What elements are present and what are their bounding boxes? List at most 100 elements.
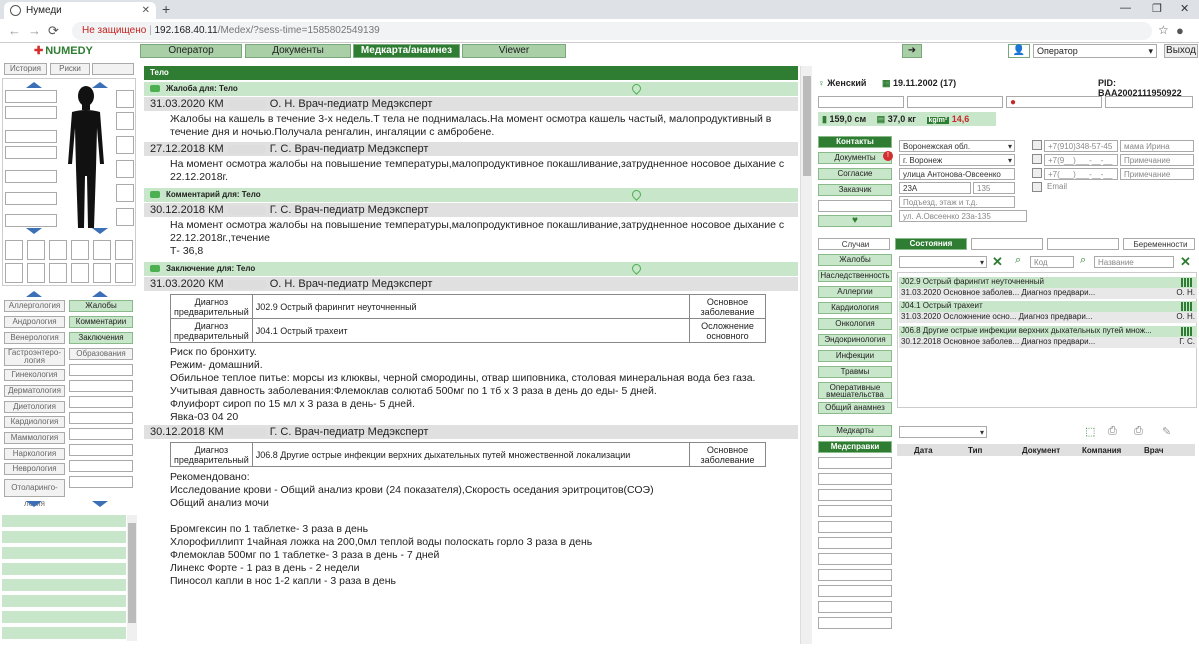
- formations-button[interactable]: Образования: [69, 348, 133, 360]
- body-field[interactable]: [115, 263, 133, 283]
- blank-field[interactable]: [818, 569, 892, 581]
- category-gynecology[interactable]: Гинекология: [4, 369, 65, 381]
- pin-icon[interactable]: [630, 262, 643, 275]
- comments-button[interactable]: Комментарии: [69, 316, 133, 328]
- body-field[interactable]: [5, 240, 23, 260]
- body-field[interactable]: [5, 106, 57, 119]
- forward-icon[interactable]: →: [28, 23, 41, 38]
- clear-icon[interactable]: ✕: [992, 254, 1003, 270]
- info-field[interactable]: [818, 96, 904, 108]
- doc-type-select[interactable]: ▾: [899, 426, 987, 438]
- main-scrollbar[interactable]: [800, 66, 812, 644]
- body-field[interactable]: [5, 214, 57, 227]
- forward-arrow-button[interactable]: ➜: [902, 44, 922, 58]
- minimize-button[interactable]: —: [1120, 2, 1131, 14]
- body-field[interactable]: [5, 90, 57, 103]
- tab-viewer[interactable]: Viewer: [462, 44, 566, 58]
- scroll-up-icon[interactable]: [26, 82, 42, 88]
- category-narcology[interactable]: Наркология: [4, 448, 65, 460]
- hist-infections[interactable]: Инфекции: [818, 350, 892, 362]
- category-andrology[interactable]: Андрология: [4, 316, 65, 328]
- blank-field[interactable]: [818, 457, 892, 469]
- search-icon[interactable]: ⌕: [1080, 254, 1086, 267]
- blank-field[interactable]: [818, 617, 892, 629]
- blank-slot[interactable]: [69, 396, 133, 408]
- name-field[interactable]: Название: [1094, 256, 1174, 268]
- hist-allergies[interactable]: Аллергии: [818, 286, 892, 298]
- search-icon[interactable]: ⌕: [1015, 254, 1021, 267]
- blank-slot[interactable]: [69, 444, 133, 456]
- hist-cardiology[interactable]: Кардиология: [818, 302, 892, 314]
- operator-select[interactable]: Оператор ▾: [1033, 44, 1157, 58]
- pin-icon[interactable]: [630, 82, 643, 95]
- body-field[interactable]: [71, 263, 89, 283]
- info-field[interactable]: [907, 96, 1003, 108]
- back-icon[interactable]: ←: [8, 23, 21, 38]
- info-field[interactable]: [1105, 96, 1193, 108]
- complaints-button[interactable]: Жалобы: [69, 300, 133, 312]
- left-scrollbar[interactable]: [127, 515, 137, 641]
- phone-icon[interactable]: [1032, 140, 1042, 150]
- blank-field[interactable]: [818, 553, 892, 565]
- body-field[interactable]: [93, 240, 111, 260]
- attach-icon[interactable]: ⬚: [1085, 425, 1095, 438]
- list-panel[interactable]: [2, 515, 126, 641]
- category-dermatology[interactable]: Дерматология: [4, 385, 65, 397]
- scroll-down-icon[interactable]: [26, 228, 42, 234]
- medcards-button[interactable]: Медкарты: [818, 425, 892, 437]
- blank-slot[interactable]: [69, 428, 133, 440]
- phone2-field[interactable]: +7(9__)___-__-__: [1044, 154, 1118, 166]
- body-field[interactable]: [5, 146, 57, 159]
- consent-button[interactable]: Согласие: [818, 168, 892, 180]
- body-field[interactable]: [49, 263, 67, 283]
- category-dietology[interactable]: Диетология: [4, 401, 65, 413]
- body-field[interactable]: [116, 160, 134, 178]
- house-field[interactable]: 23А: [899, 182, 971, 194]
- category-gastro[interactable]: Гастроэнтеро-логия: [4, 348, 65, 366]
- body-field[interactable]: [116, 90, 134, 108]
- blank-field[interactable]: [818, 489, 892, 501]
- body-field[interactable]: [5, 130, 57, 143]
- new-tab-button[interactable]: +: [162, 0, 170, 19]
- body-field[interactable]: [116, 184, 134, 202]
- phone3-field[interactable]: +7(___)___-__-__: [1044, 168, 1118, 180]
- list-item[interactable]: J04.1 Острый трахеит 31.03.2020 Осложнен…: [899, 301, 1197, 323]
- email-field[interactable]: Email: [1047, 182, 1067, 191]
- blank-field[interactable]: [818, 200, 892, 212]
- blank-field[interactable]: [818, 521, 892, 533]
- hist-operations[interactable]: Оперативные вмешательства: [818, 382, 892, 399]
- customer-button[interactable]: Заказчик: [818, 184, 892, 196]
- code-field[interactable]: Код: [1030, 256, 1074, 268]
- body-silhouette-icon[interactable]: [60, 84, 112, 232]
- hist-injuries[interactable]: Травмы: [818, 366, 892, 378]
- street-field[interactable]: улица Антонова-Овсеенко: [899, 168, 1015, 180]
- category-cardiology[interactable]: Кардиология: [4, 416, 65, 428]
- body-field[interactable]: [116, 136, 134, 154]
- tab-states[interactable]: Состояния: [895, 238, 967, 250]
- reload-icon[interactable]: ⟳: [48, 23, 59, 39]
- phone-icon[interactable]: [1032, 154, 1042, 164]
- tab-blank[interactable]: [1047, 238, 1119, 250]
- phone1-note[interactable]: мама Ирина: [1120, 140, 1194, 152]
- category-venerology[interactable]: Венерология: [4, 332, 65, 344]
- tab-operator[interactable]: Оператор: [140, 44, 242, 58]
- heart-button[interactable]: ♥: [818, 215, 892, 227]
- blank-button[interactable]: [92, 63, 134, 75]
- hist-endocrinology[interactable]: Эндокринология: [818, 334, 892, 346]
- risks-button[interactable]: Риски: [50, 63, 90, 75]
- edit-icon[interactable]: ✎: [1162, 425, 1171, 438]
- body-field[interactable]: [5, 263, 23, 283]
- phone1-field[interactable]: +7(910)348-57-45: [1044, 140, 1118, 152]
- contacts-button[interactable]: Контакты: [818, 136, 892, 148]
- blank-slot[interactable]: [69, 476, 133, 488]
- scroll-down-icon[interactable]: [92, 501, 108, 507]
- clear-icon[interactable]: ✕: [1180, 254, 1191, 270]
- body-field[interactable]: [116, 112, 134, 130]
- body-field[interactable]: [93, 263, 111, 283]
- body-field[interactable]: [27, 263, 45, 283]
- maximize-button[interactable]: ❐: [1152, 2, 1162, 15]
- print-icon[interactable]: ⎙: [1108, 425, 1117, 438]
- hist-heredity[interactable]: Наследственность: [818, 270, 892, 282]
- state-select[interactable]: ▾: [899, 256, 987, 268]
- url-field[interactable]: Не защищено | 192.168.40.11/Medex/?sess-…: [72, 22, 1152, 40]
